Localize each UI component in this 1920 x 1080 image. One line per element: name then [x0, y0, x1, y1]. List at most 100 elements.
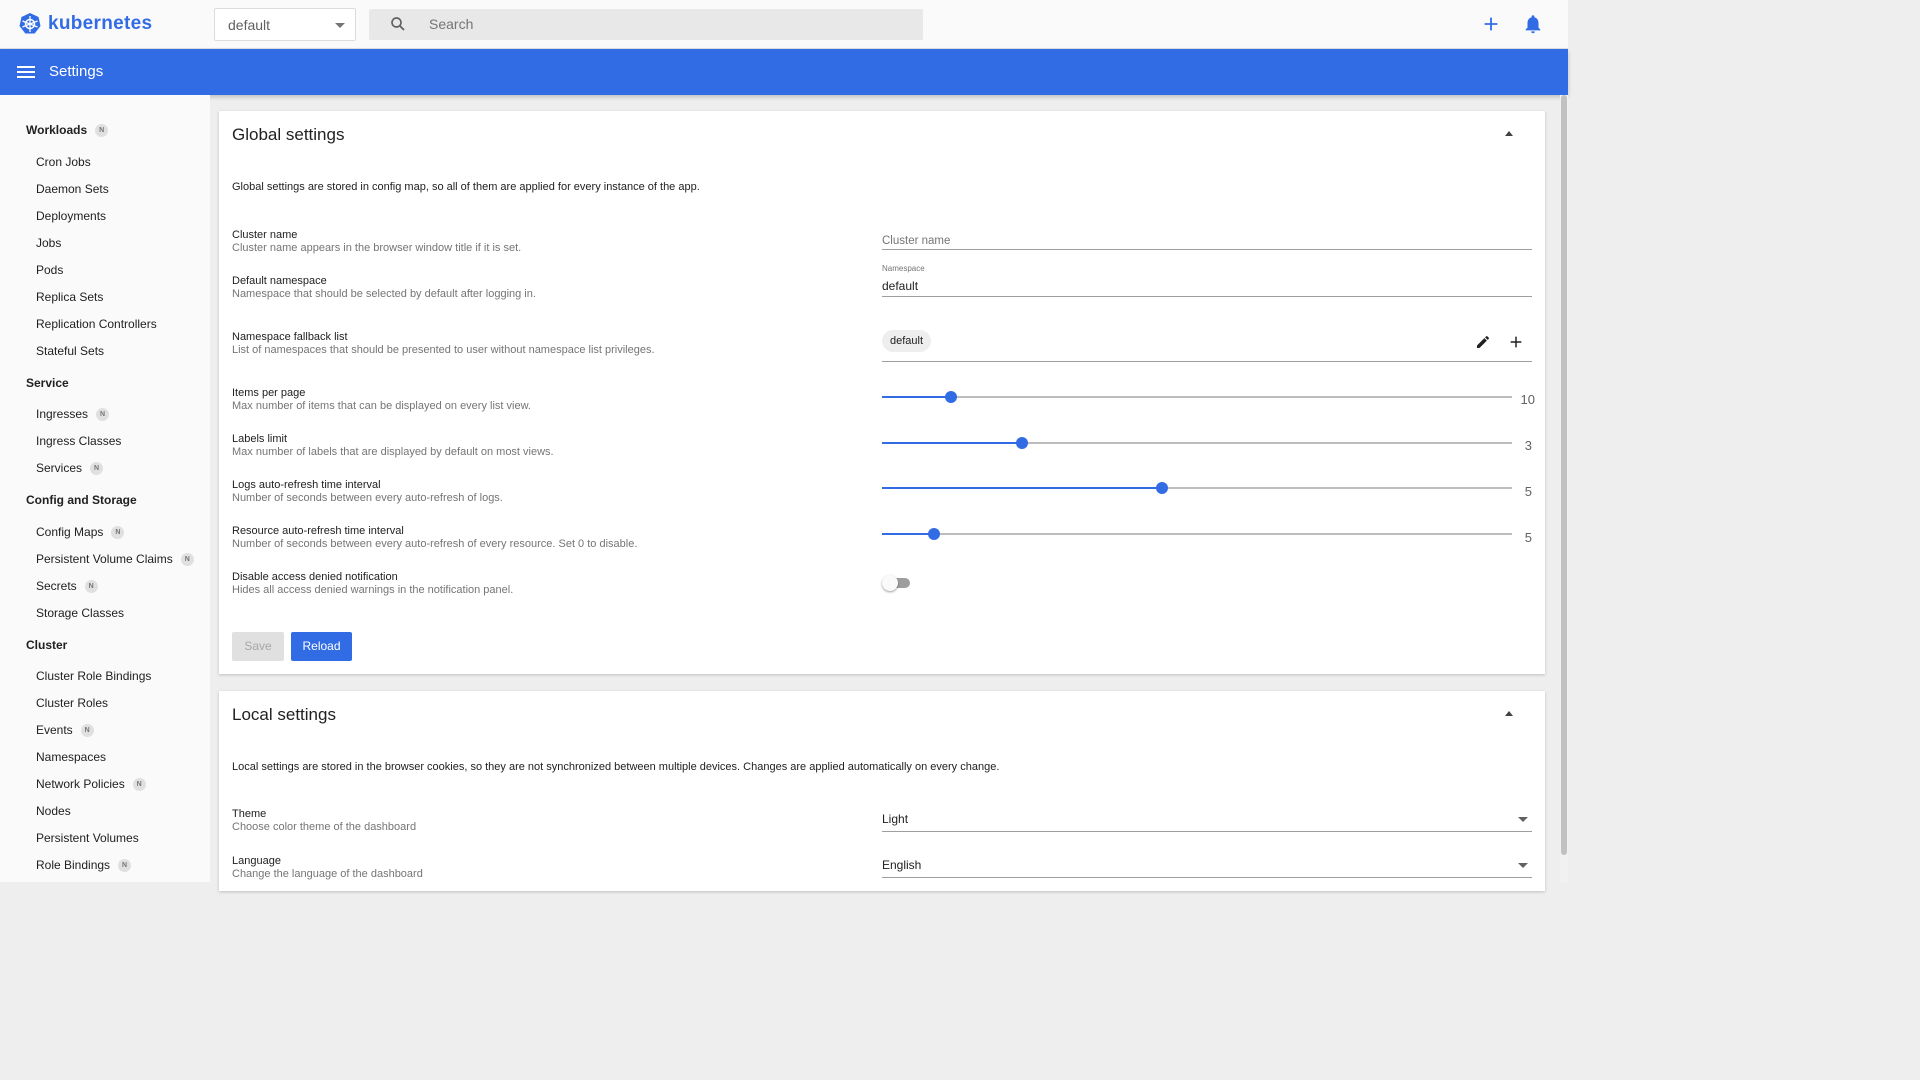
sidebar-section-config-storage[interactable]: Config and Storage — [26, 493, 137, 507]
theme-selected: Light — [882, 812, 909, 826]
save-button[interactable]: Save — [232, 632, 284, 661]
search-input[interactable]: Search — [369, 9, 923, 40]
namespaced-badge: N — [111, 525, 125, 539]
content-scrollbar[interactable] — [1560, 95, 1568, 882]
sidebar-item-daemon-sets[interactable]: Daemon Sets — [36, 182, 109, 196]
namespace-selector[interactable]: default — [214, 8, 356, 41]
sidebar-item-role-bindings[interactable]: Role Bindings N — [36, 858, 132, 872]
slider-thumb[interactable] — [945, 391, 958, 403]
logs-refresh-slider[interactable] — [882, 481, 1512, 495]
sidebar-item-services[interactable]: Services N — [36, 461, 104, 475]
sidebar-item-replication-controllers[interactable]: Replication Controllers — [36, 317, 157, 331]
item-label: Network Policies — [36, 777, 125, 791]
item-label: Secrets — [36, 579, 77, 593]
default-namespace-label: Default namespace Namespace that should b… — [232, 275, 536, 301]
item-label: Replica Sets — [36, 290, 104, 304]
slider-thumb[interactable] — [928, 528, 941, 540]
item-label: Jobs — [36, 236, 62, 250]
item-label: Deployments — [36, 209, 107, 223]
namespaced-badge: N — [96, 407, 110, 421]
items-per-page-label: Items per page Max number of items that c… — [232, 387, 531, 413]
menu-hamburger-icon[interactable] — [17, 64, 35, 80]
item-label: Pods — [36, 263, 64, 277]
items-per-page-slider[interactable] — [882, 390, 1512, 404]
section-label: Cluster — [26, 638, 68, 652]
namespace-fallback-label: Namespace fallback list List of namespace… — [232, 331, 655, 357]
sidebar-item-deployments[interactable]: Deployments — [36, 209, 106, 223]
items-per-page-value: 10 — [1520, 392, 1535, 407]
access-denied-toggle[interactable] — [882, 575, 912, 591]
section-label: Config and Storage — [26, 493, 137, 507]
collapse-arrow-icon[interactable] — [1505, 131, 1513, 136]
theme-select[interactable]: Light — [882, 810, 1532, 832]
namespaced-badge: N — [118, 858, 132, 872]
kubernetes-wheel-icon — [19, 13, 41, 34]
notifications-bell-icon[interactable] — [1522, 13, 1544, 35]
sidebar-item-namespaces[interactable]: Namespaces — [36, 750, 106, 764]
sidebar-item-network-policies[interactable]: Network Policies N — [36, 777, 146, 791]
sidebar-item-pvcs[interactable]: Persistent Volume Claims N — [36, 552, 194, 566]
section-label: Service — [26, 376, 69, 390]
label-text: Logs auto-refresh time interval — [232, 479, 381, 491]
add-plus-icon[interactable] — [1508, 334, 1524, 350]
sidebar-item-events[interactable]: Events N — [36, 723, 94, 737]
sidebar-item-replica-sets[interactable]: Replica Sets — [36, 290, 103, 304]
namespace-selected: default — [228, 17, 271, 33]
slider-fill — [882, 396, 952, 398]
item-label: Storage Classes — [36, 606, 125, 620]
default-namespace-input[interactable]: Namespace default — [882, 264, 1532, 297]
label-subtext: List of namespaces that should be presen… — [232, 344, 655, 356]
sidebar-item-jobs[interactable]: Jobs — [36, 236, 61, 250]
sidebar-section-service[interactable]: Service — [26, 376, 69, 390]
resource-refresh-slider[interactable] — [882, 527, 1512, 541]
slider-fill — [882, 533, 935, 535]
sidebar-item-cron-jobs[interactable]: Cron Jobs — [36, 155, 91, 169]
search-icon — [391, 17, 405, 31]
logs-refresh-label: Logs auto-refresh time interval Number of… — [232, 479, 503, 505]
sidebar-item-ingresses[interactable]: Ingresses N — [36, 407, 110, 421]
local-settings-card: Local settings Local settings are stored… — [219, 691, 1545, 891]
sidebar-item-config-maps[interactable]: Config Maps N — [36, 525, 125, 539]
sidebar-item-pods[interactable]: Pods — [36, 263, 63, 277]
cluster-name-input[interactable]: Cluster name — [882, 231, 1532, 250]
top-bar: kubernetes default Search — [0, 0, 1568, 49]
access-denied-label: Disable access denied notification Hides … — [232, 571, 513, 597]
sidebar-item-storage-classes[interactable]: Storage Classes — [36, 606, 124, 620]
label-text: Disable access denied notification — [232, 571, 398, 583]
language-select[interactable]: English — [882, 856, 1532, 878]
item-label: Cron Jobs — [36, 155, 91, 169]
slider-thumb[interactable] — [1155, 482, 1168, 494]
sidebar-section-workloads[interactable]: Workloads N — [26, 123, 109, 137]
label-text: Cluster name — [232, 229, 298, 241]
sidebar-section-cluster[interactable]: Cluster — [26, 638, 67, 652]
labels-limit-slider[interactable] — [882, 436, 1512, 450]
item-label: Namespaces — [36, 750, 107, 764]
sidebar-item-persistent-volumes[interactable]: Persistent Volumes — [36, 831, 139, 845]
item-label: Ingresses — [36, 407, 89, 421]
label-subtext: Max number of items that can be displaye… — [232, 400, 531, 412]
slider-thumb[interactable] — [1015, 437, 1028, 449]
dropdown-arrow-icon — [1518, 863, 1528, 868]
slider-track — [882, 533, 1512, 535]
slider-fill — [882, 487, 1162, 489]
page-title: Settings — [49, 63, 104, 80]
sidebar-item-nodes[interactable]: Nodes — [36, 804, 71, 818]
item-label: Services — [36, 461, 83, 475]
scrollbar-thumb[interactable] — [1561, 95, 1567, 855]
sidebar-item-stateful-sets[interactable]: Stateful Sets — [36, 344, 104, 358]
kubernetes-logo[interactable]: kubernetes — [18, 12, 152, 36]
theme-label: Theme Choose color theme of the dashboard — [232, 808, 416, 834]
sidebar-item-cluster-role-bindings[interactable]: Cluster Role Bindings — [36, 669, 151, 683]
labels-limit-label: Labels limit Max number of labels that ar… — [232, 433, 554, 459]
logo-text: kubernetes — [48, 13, 153, 34]
sidebar-item-secrets[interactable]: Secrets N — [36, 579, 98, 593]
label-subtext: Change the language of the dashboard — [232, 868, 423, 880]
create-resource-plus-icon[interactable] — [1480, 13, 1502, 35]
cluster-name-label: Cluster name Cluster name appears in the … — [232, 229, 521, 255]
edit-pencil-icon[interactable] — [1475, 334, 1491, 350]
sidebar-item-cluster-roles[interactable]: Cluster Roles — [36, 696, 108, 710]
collapse-arrow-icon[interactable] — [1505, 711, 1513, 716]
namespace-chip[interactable]: default — [882, 330, 932, 352]
sidebar-item-ingress-classes[interactable]: Ingress Classes — [36, 434, 121, 448]
reload-button[interactable]: Reload — [291, 632, 352, 661]
